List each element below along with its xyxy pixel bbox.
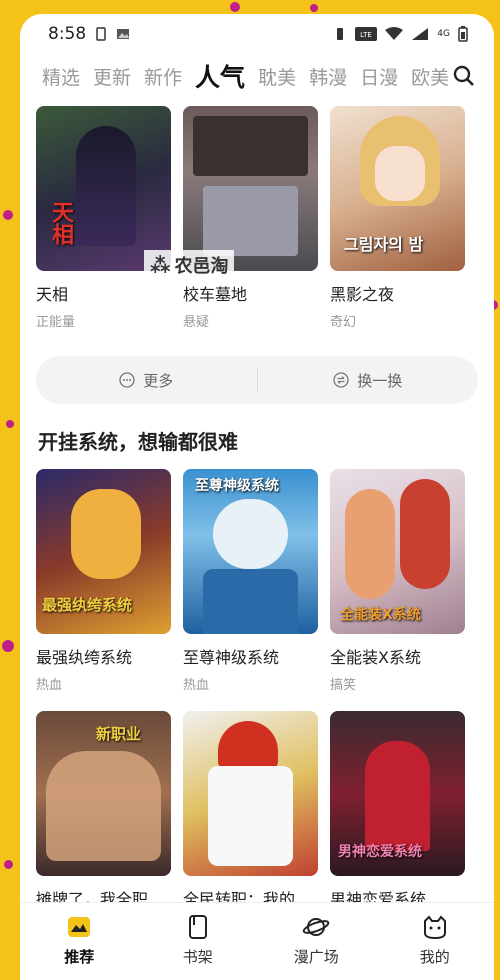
cover-text: 至尊神级系统 (195, 478, 279, 494)
recommend-icon (68, 917, 91, 937)
nav-bookshelf[interactable]: 书架 (139, 903, 258, 980)
planet-icon (302, 918, 330, 936)
decor-dot (310, 4, 318, 12)
tab-riman[interactable]: 日漫 (360, 63, 398, 90)
decor-dot (4, 860, 13, 869)
comic-grid-row-1: 天相 天相 正能量 校车墓地 悬疑 그림자의 밤 黑影之夜 奇幻 (20, 106, 494, 330)
comic-genre: 正能量 (36, 315, 76, 330)
comic-title: 校车墓地 (183, 285, 248, 304)
refresh-label: 换一换 (357, 371, 403, 390)
comic-cover[interactable]: 全能装X系统 (330, 469, 465, 634)
nav-mine[interactable]: 我的 (376, 903, 495, 980)
wifi-icon (385, 27, 404, 40)
signal-icon (412, 28, 429, 40)
comic-genre: 热血 (36, 678, 63, 693)
category-tabs: 精选 更新 新作 人气 耽美 韩漫 日漫 欧美 (20, 54, 494, 98)
comic-card[interactable]: 天相 天相 正能量 (36, 106, 171, 330)
more-label: 更多 (143, 371, 174, 390)
decor-dot (2, 640, 14, 652)
bottom-nav: 推荐 书架 漫广场 我的 (20, 902, 494, 980)
comic-card[interactable]: 全能装X系统 全能装X系统 搞笑 (330, 469, 465, 693)
comic-title: 黑影之夜 (330, 285, 395, 304)
volte-icon: LTE (355, 27, 378, 41)
decor-dot (3, 210, 13, 220)
comic-card[interactable]: 最强纨绔系统 最强纨绔系统 热血 (36, 469, 171, 693)
battery-saver-icon (96, 27, 106, 41)
comic-cover[interactable]: 至尊神级系统 (183, 469, 318, 634)
comic-grid-row-2: 最强纨绔系统 最强纨绔系统 热血 至尊神级系统 至尊神级系统 热血 全能装X系统… (20, 469, 494, 693)
tab-gengxin[interactable]: 更新 (93, 63, 131, 90)
nav-label: 推荐 (64, 948, 95, 966)
more-dots-icon (119, 372, 135, 388)
nav-plaza[interactable]: 漫广场 (257, 903, 376, 980)
comic-title: 至尊神级系统 (183, 648, 280, 667)
comic-title: 天相 (36, 285, 69, 304)
comic-title: 最强纨绔系统 (36, 648, 133, 667)
watermark-logo: ⁂ 农邑淘 (144, 250, 235, 280)
comic-cover[interactable]: 最强纨绔系统 (36, 469, 171, 634)
cat-face-icon (423, 915, 446, 940)
nav-label: 漫广场 (293, 948, 339, 966)
cover-text: 新职业 (96, 725, 142, 743)
comic-cover[interactable]: 그림자의 밤 (330, 106, 465, 271)
comic-card[interactable]: 至尊神级系统 至尊神级系统 热血 (183, 469, 318, 693)
comic-cover[interactable]: 新职业 (36, 711, 171, 876)
nav-recommend[interactable]: 推荐 (20, 903, 139, 980)
cover-text: 全能装X系统 (340, 607, 421, 623)
comic-genre: 搞笑 (330, 678, 357, 693)
cover-text: 天相 (48, 201, 73, 245)
comic-genre: 悬疑 (183, 315, 210, 330)
refresh-button[interactable]: 换一换 (258, 370, 479, 391)
section-title: 开挂系统，想输都很难 (38, 430, 238, 454)
comic-cover[interactable]: 天相 (36, 106, 171, 271)
svg-text:LTE: LTE (360, 31, 372, 39)
cover-text: 最强纨绔系统 (42, 596, 133, 614)
bookshelf-icon (188, 915, 207, 939)
status-bar: 8:58 LTE 4G (20, 14, 494, 54)
comic-card[interactable]: 校车墓地 悬疑 (183, 106, 318, 330)
decor-dot (230, 2, 240, 12)
comic-cover[interactable] (183, 106, 318, 271)
battery-icon (458, 26, 468, 42)
tab-danmei[interactable]: 耽美 (258, 63, 296, 90)
cover-text: 男神恋爱系统 (338, 844, 422, 860)
search-icon[interactable] (452, 64, 476, 88)
vibrate-icon (337, 28, 344, 40)
tab-hanman[interactable]: 韩漫 (309, 63, 347, 90)
nav-label: 我的 (419, 948, 450, 966)
image-icon (117, 29, 130, 39)
comic-genre: 热血 (183, 678, 210, 693)
comic-genre: 奇幻 (330, 315, 357, 330)
tab-oumei[interactable]: 欧美 (411, 63, 449, 90)
comic-title: 全能装X系统 (330, 648, 421, 667)
nav-label: 书架 (182, 948, 213, 966)
network-type: 4G (437, 29, 450, 39)
more-button[interactable]: 更多 (36, 370, 257, 391)
comic-cover[interactable]: 男神恋爱系统 (330, 711, 465, 876)
status-time: 8:58 (48, 24, 87, 44)
action-bar: 更多 换一换 (36, 356, 478, 404)
tab-renqi[interactable]: 人气 (195, 58, 245, 94)
comic-card[interactable]: 그림자의 밤 黑影之夜 奇幻 (330, 106, 465, 330)
cover-text: 그림자의 밤 (344, 235, 424, 254)
tab-xinzuo[interactable]: 新作 (144, 63, 182, 90)
swap-icon (333, 372, 349, 388)
decor-dot (6, 420, 14, 428)
tab-jingxuan[interactable]: 精选 (42, 63, 80, 90)
app-screen: 8:58 LTE 4G 精选 更新 新作 人气 耽美 韩漫 日漫 欧美 天相 天… (20, 14, 494, 980)
comic-cover[interactable] (183, 711, 318, 876)
